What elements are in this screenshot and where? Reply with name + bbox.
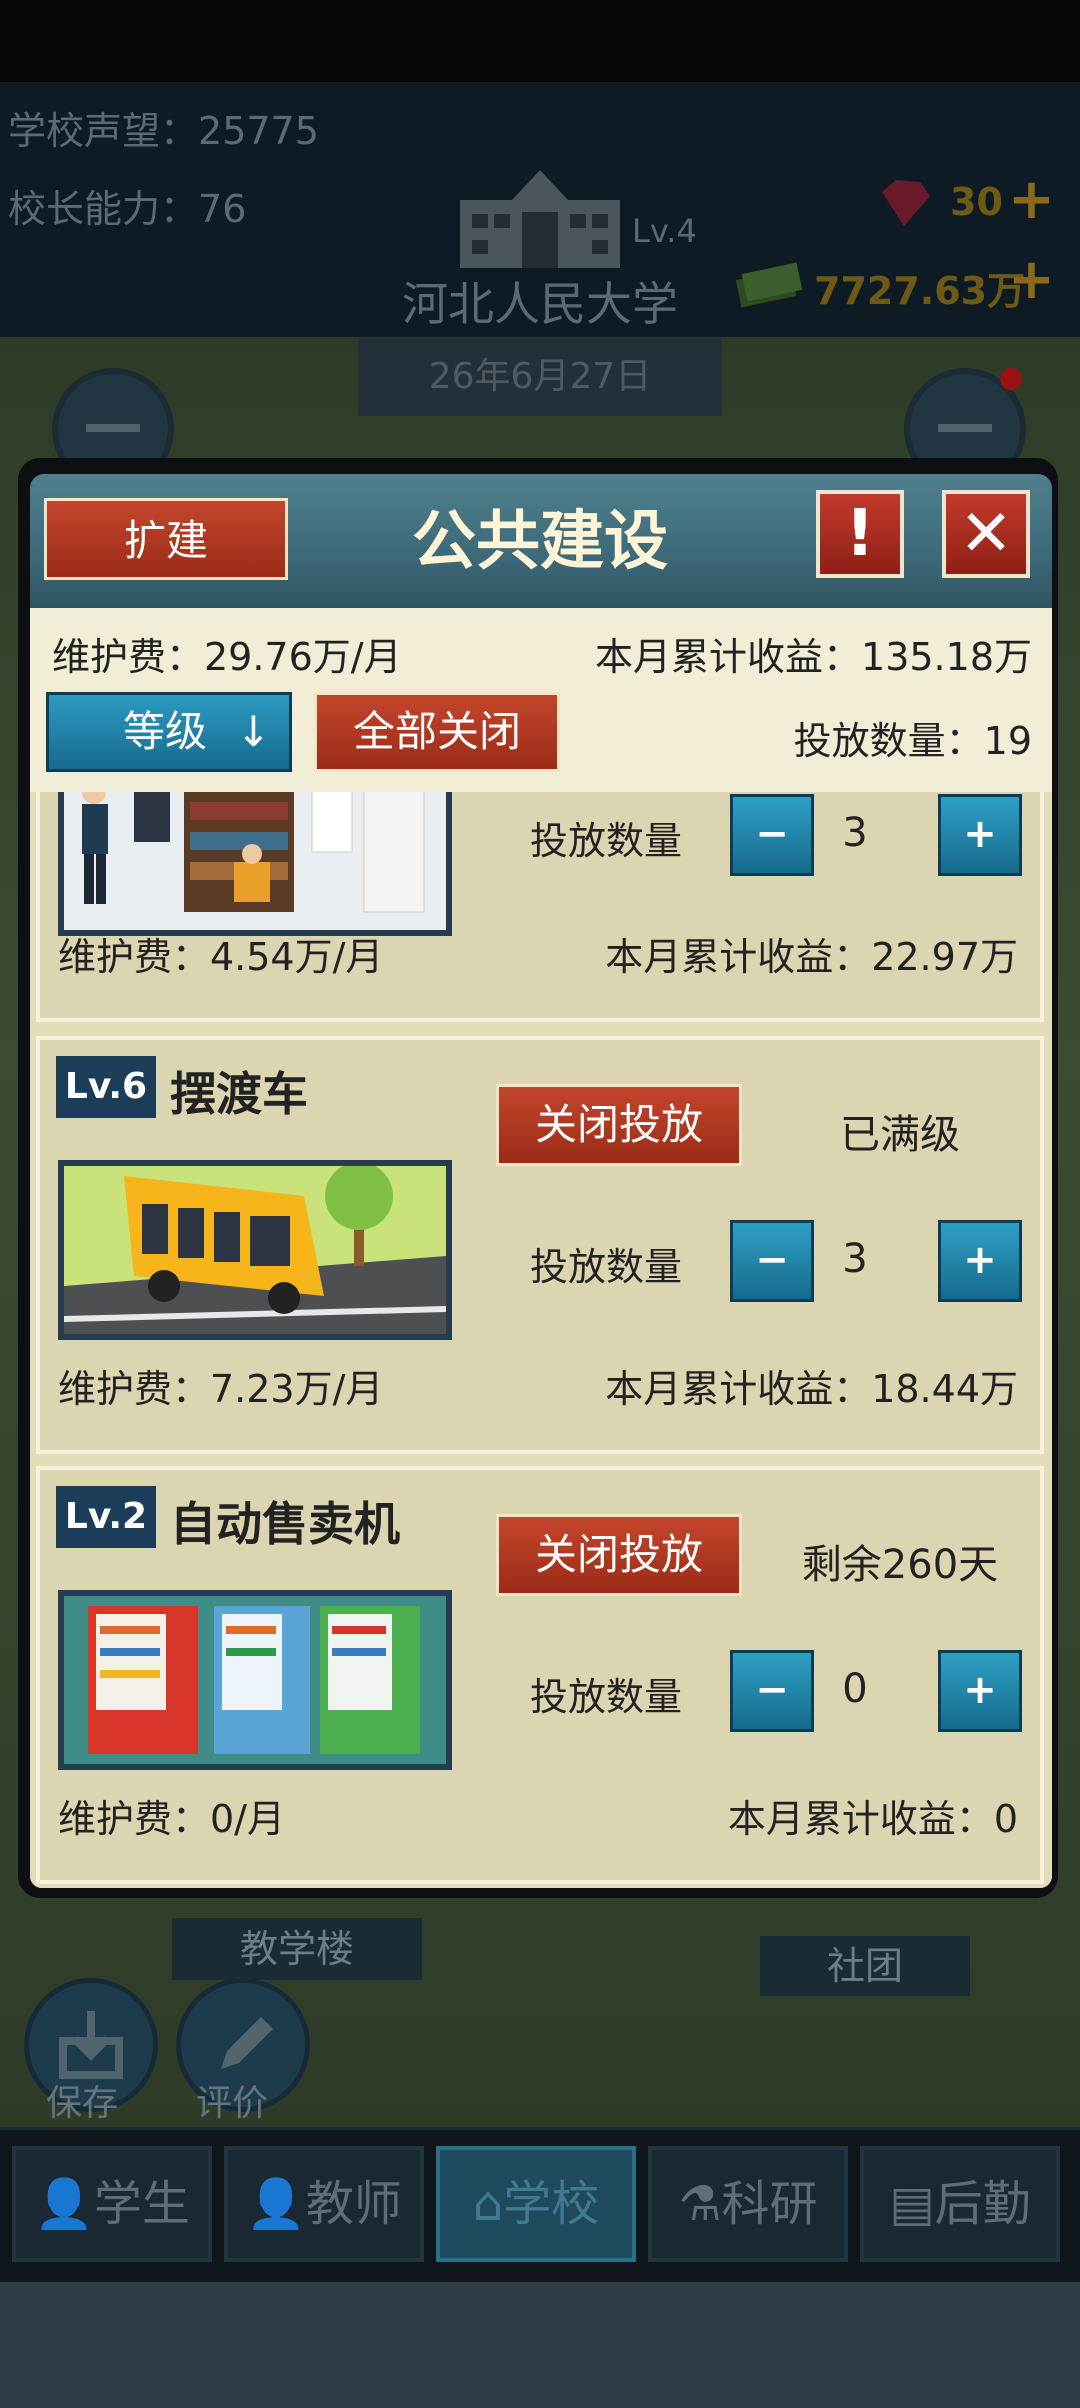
- tab-students[interactable]: 👤学生: [12, 2146, 212, 2262]
- shuttle-bus-image: [58, 1160, 452, 1340]
- clipboard-icon: ▤: [889, 2176, 935, 2232]
- library-image: [58, 792, 452, 936]
- qty-label: 投放数量: [530, 819, 683, 863]
- tab-teachers[interactable]: 👤教师: [224, 2146, 424, 2262]
- total-deploy-count: 投放数量：19: [793, 719, 1032, 763]
- student-icon: 👤: [34, 2176, 94, 2232]
- expand-button[interactable]: 扩建: [44, 498, 288, 580]
- facility-name: 摆渡车: [170, 1067, 308, 1121]
- qty-plus-button[interactable]: +: [938, 1650, 1022, 1732]
- card-income: 本月累计收益：22.97万: [605, 935, 1018, 979]
- total-maintenance: 维护费：29.76万/月: [52, 635, 402, 679]
- tab-research[interactable]: ⚗科研: [648, 2146, 848, 2262]
- close-deploy-button[interactable]: 关闭投放: [496, 1084, 742, 1166]
- card-maintenance: 维护费：4.54万/月: [58, 935, 384, 979]
- money-icon: [735, 262, 803, 308]
- dialog-title: 公共建设: [412, 505, 668, 579]
- system-nav-area: [0, 2282, 1080, 2408]
- vending-machine-image: [58, 1590, 452, 1770]
- notification-dot: [1000, 368, 1022, 390]
- level-badge: Lv.2: [56, 1486, 156, 1548]
- flask-icon: ⚗: [678, 2176, 722, 2232]
- upgrade-status: 已满级: [840, 1112, 960, 1158]
- add-gems-button[interactable]: +: [1008, 172, 1055, 228]
- summary-row: 维护费：29.76万/月 本月累计收益：135.18万: [52, 626, 1032, 681]
- close-deploy-button[interactable]: 关闭投放: [496, 1514, 742, 1596]
- alert-icon[interactable]: !: [816, 490, 904, 578]
- teaching-building-label[interactable]: 教学楼: [172, 1918, 422, 1980]
- gem-count: 30: [950, 180, 1003, 224]
- school-level: Lv.4: [632, 212, 697, 250]
- card-maintenance: 维护费：0/月: [58, 1797, 285, 1841]
- money-amount: 7727.63万: [814, 269, 1026, 313]
- qty-value: 0: [842, 1666, 868, 1712]
- teacher-icon: 👤: [246, 2176, 306, 2232]
- close-icon[interactable]: ✕: [942, 490, 1030, 578]
- close-all-button[interactable]: 全部关闭: [314, 692, 560, 772]
- remaining-days: 剩余260天: [801, 1542, 999, 1588]
- facility-card-shuttle: Lv.6 摆渡车 关闭投放 已满级 投放数量 − 3 + 维护费：7.23万/月…: [36, 1036, 1044, 1454]
- level-sort-button[interactable]: 等级 ↓: [46, 692, 292, 772]
- dialog-body: 维护费：29.76万/月 本月累计收益：135.18万 等级 ↓ 全部关闭 投放…: [30, 608, 1052, 1888]
- tab-logistics[interactable]: ▤后勤: [860, 2146, 1060, 2262]
- card-income: 本月累计收益：0: [727, 1797, 1018, 1841]
- status-bar: [0, 0, 1080, 82]
- total-income: 本月累计收益：135.18万: [595, 635, 1032, 679]
- facility-card-vending: Lv.2 自动售卖机 关闭投放 剩余260天 投放数量 − 0 + 维护费：0/…: [36, 1466, 1044, 1884]
- facility-list[interactable]: 投放数量 − 3 + 维护费：4.54万/月 本月累计收益：22.97万 Lv.…: [30, 792, 1052, 1888]
- game-date: 26年6月27日: [358, 338, 722, 416]
- facility-card-library: 投放数量 − 3 + 维护费：4.54万/月 本月累计收益：22.97万: [36, 792, 1044, 1022]
- qty-value: 3: [842, 810, 868, 856]
- qty-label: 投放数量: [530, 1675, 683, 1719]
- qty-plus-button[interactable]: +: [938, 794, 1022, 876]
- level-badge: Lv.6: [56, 1056, 156, 1118]
- gem-icon: [882, 180, 930, 226]
- card-income: 本月累计收益：18.44万: [605, 1367, 1018, 1411]
- arrow-down-icon: ↓: [235, 707, 271, 756]
- school-building-icon: [460, 170, 620, 268]
- card-maintenance: 维护费：7.23万/月: [58, 1367, 384, 1411]
- add-money-button[interactable]: +: [1008, 252, 1055, 308]
- qty-minus-button[interactable]: −: [730, 1650, 814, 1732]
- tab-school[interactable]: ⌂学校: [436, 2146, 636, 2262]
- club-label[interactable]: 社团: [760, 1936, 970, 1996]
- principal-ability: 校长能力：76: [8, 187, 247, 231]
- school-icon: ⌂: [472, 2176, 504, 2232]
- review-label: 评价: [196, 2083, 269, 2124]
- qty-minus-button[interactable]: −: [730, 794, 814, 876]
- save-label: 保存: [46, 2083, 119, 2124]
- qty-label: 投放数量: [530, 1245, 683, 1289]
- qty-minus-button[interactable]: −: [730, 1220, 814, 1302]
- qty-value: 3: [842, 1236, 868, 1282]
- facility-name: 自动售卖机: [170, 1497, 400, 1551]
- school-reputation: 学校声望：25775: [8, 109, 319, 153]
- qty-plus-button[interactable]: +: [938, 1220, 1022, 1302]
